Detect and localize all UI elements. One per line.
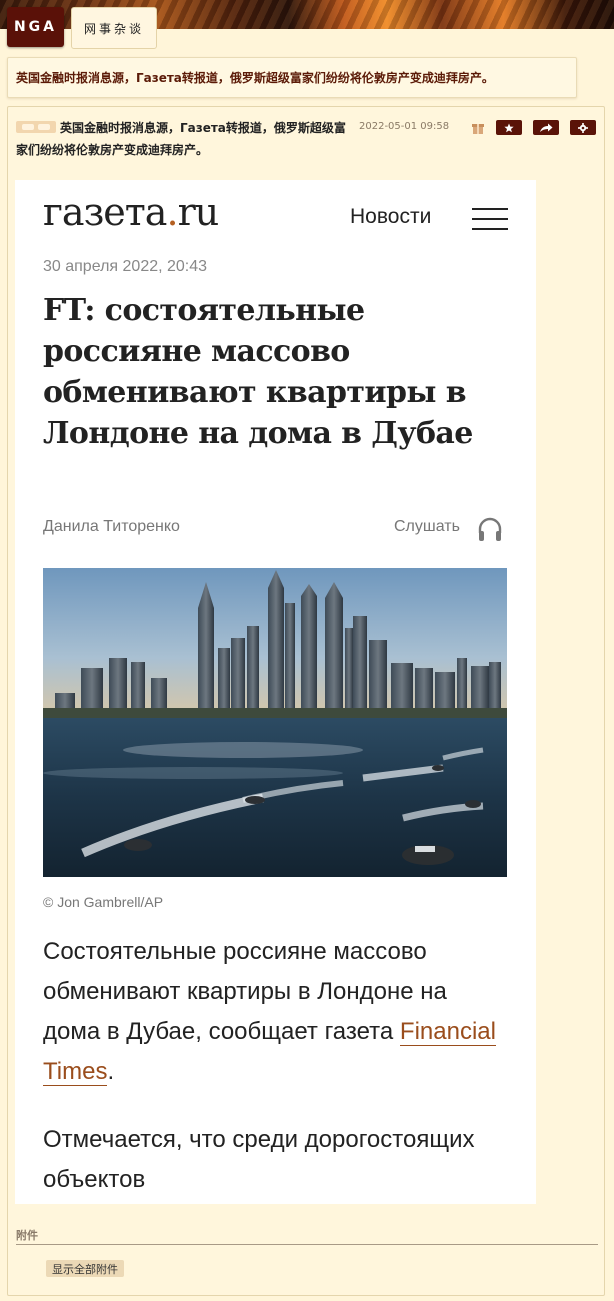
article-date: 30 апреля 2022, 20:43	[43, 258, 208, 275]
gear-icon	[578, 122, 588, 133]
photo-credit: © Jon Gambrell/AP	[43, 894, 164, 910]
favorite-button[interactable]	[496, 120, 522, 135]
lead-text: Состоятельные россияне массово обмениваю…	[43, 938, 447, 1045]
share-icon	[540, 123, 553, 132]
user-badge-icon	[16, 120, 56, 133]
nga-logo[interactable]: NGA	[7, 7, 64, 47]
article-photo	[43, 568, 507, 877]
gazeta-logo-dot: .	[166, 190, 178, 234]
article-headline: FT: состоятельные россияне массово обмен…	[43, 293, 473, 451]
settings-button[interactable]	[570, 120, 596, 135]
share-button[interactable]	[533, 120, 559, 135]
attachments-divider	[16, 1244, 598, 1245]
gazeta-logo-tld: ru	[177, 190, 220, 234]
lead-end: .	[107, 1058, 115, 1085]
article-author: Данила Титоренко	[43, 518, 180, 535]
star-icon	[504, 123, 514, 132]
article-lead: Состоятельные россияне массово обмениваю…	[43, 932, 503, 1092]
show-all-attachments-button[interactable]: 显示全部附件	[46, 1260, 124, 1277]
attachments-label: 附件	[16, 1229, 38, 1242]
forum-tab[interactable]: 网事杂谈	[71, 7, 157, 49]
post-header: 英国金融时报消息源，Газета转报道，俄罗斯超级富家们纷纷将伦敦房产变成迪拜房…	[16, 117, 356, 161]
embedded-article-image[interactable]: газета.ru Новости 30 апреля 2022, 20:43 …	[15, 180, 536, 1204]
topic-title-text: 英国金融时报消息源，Газета转报道，俄罗斯超级富家们纷纷将伦敦房产变成迪拜房…	[16, 71, 494, 85]
topic-title[interactable]: 英国金融时报消息源，Газета转报道，俄罗斯超级富家们纷纷将伦敦房产变成迪拜房…	[7, 57, 577, 98]
headphones-icon	[478, 517, 502, 541]
menu-icon	[472, 208, 508, 230]
nav-news-link: Новости	[350, 205, 432, 228]
gift-icon[interactable]	[471, 121, 485, 135]
gazeta-logo-main: газета	[43, 190, 167, 234]
listen-label: Слушать	[394, 518, 460, 535]
gazeta-logo: газета.ru	[43, 190, 220, 234]
article-next-paragraph: Отмечается, что среди дорогостоящих объе…	[43, 1126, 475, 1193]
post-date: 2022-05-01 09:58	[359, 121, 450, 132]
post-text: 英国金融时报消息源，Газета转报道，俄罗斯超级富家们纷纷将伦敦房产变成迪拜房…	[16, 121, 346, 157]
